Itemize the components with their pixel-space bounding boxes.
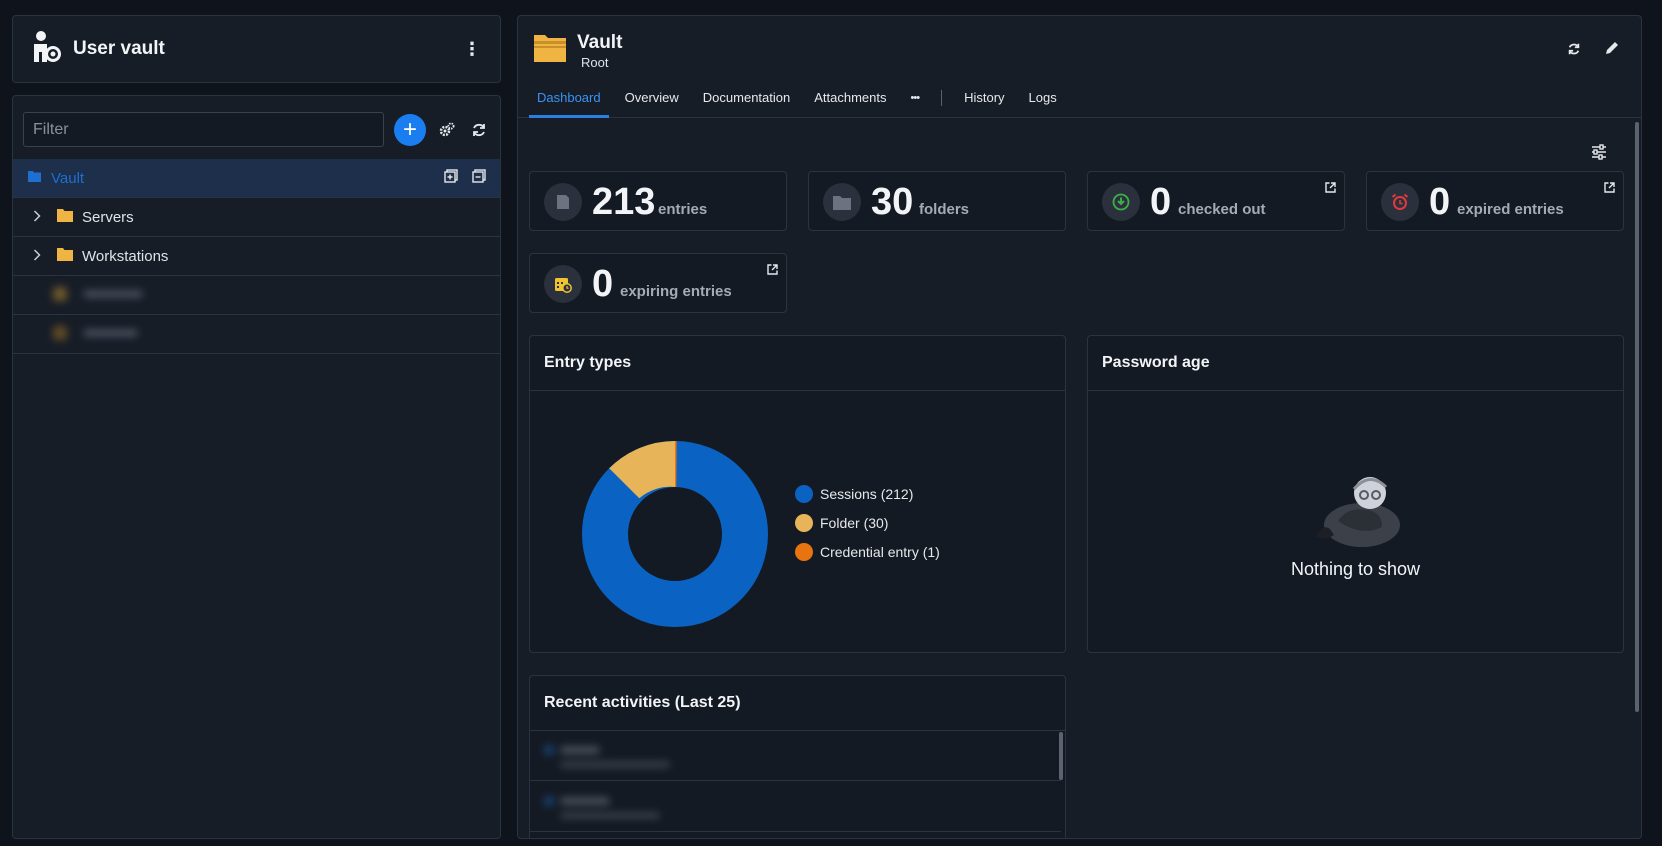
legend-dot bbox=[795, 484, 813, 503]
legend-item[interactable]: Folder (30) bbox=[795, 508, 940, 537]
tree-item-label: Servers bbox=[82, 208, 134, 226]
activity-row[interactable] bbox=[530, 782, 1061, 832]
tree-item-servers[interactable]: Servers bbox=[13, 198, 500, 237]
stat-checked-out[interactable]: 0 checked out bbox=[1087, 171, 1345, 231]
scrollbar[interactable] bbox=[1635, 122, 1639, 712]
calendar-clock-icon bbox=[544, 265, 582, 303]
stat-label: checked out bbox=[1178, 201, 1266, 218]
recent-activities-card: Recent activities (Last 25) bbox=[529, 675, 1066, 838]
main-header: Vault Root Dashboard Overview Documentat… bbox=[518, 16, 1641, 118]
empty-state-illustration bbox=[1316, 477, 1400, 547]
external-link-icon[interactable] bbox=[1604, 180, 1615, 198]
collapse-all-icon[interactable] bbox=[472, 168, 486, 188]
activity-row[interactable] bbox=[530, 731, 1061, 781]
tab-history[interactable]: History bbox=[960, 88, 1008, 118]
breadcrumb: Root bbox=[581, 55, 609, 70]
tab-dashboard[interactable]: Dashboard bbox=[529, 88, 609, 118]
legend-dot bbox=[795, 513, 813, 532]
entries-icon bbox=[544, 183, 582, 221]
refresh-icon[interactable] bbox=[468, 119, 490, 141]
password-age-card: Password age Nothing to show bbox=[1087, 335, 1624, 653]
vault-folder-icon bbox=[534, 32, 566, 67]
stat-value: 0 bbox=[1429, 181, 1451, 223]
folder-icon bbox=[57, 208, 73, 227]
tab-bar: Dashboard Overview Documentation Attachm… bbox=[529, 88, 1077, 118]
tab-more[interactable]: ••• bbox=[907, 88, 924, 118]
empty-state-text: Nothing to show bbox=[1290, 559, 1421, 579]
stat-expiring[interactable]: 0 expiring entries bbox=[529, 253, 787, 313]
main-panel: Vault Root Dashboard Overview Documentat… bbox=[517, 15, 1642, 839]
vault-folder-icon bbox=[28, 169, 41, 187]
tab-overview[interactable]: Overview bbox=[621, 88, 683, 118]
vault-selector-header: User vault ⋮ bbox=[12, 15, 501, 83]
stat-folders: 30 folders bbox=[808, 171, 1066, 231]
checked-out-icon bbox=[1102, 183, 1140, 221]
divider bbox=[530, 390, 1065, 391]
stat-expired[interactable]: 0 expired entries bbox=[1366, 171, 1624, 231]
chevron-right-icon[interactable] bbox=[33, 248, 49, 264]
tree-item-label: Workstations bbox=[82, 247, 169, 265]
chevron-right-icon[interactable] bbox=[33, 209, 49, 225]
tree-item-workstations[interactable]: Workstations bbox=[13, 237, 500, 276]
folder-icon bbox=[57, 247, 73, 266]
edit-icon[interactable] bbox=[1604, 40, 1620, 61]
legend-label: Sessions (212) bbox=[820, 485, 914, 502]
vault-name: User vault bbox=[73, 38, 165, 59]
filter-input[interactable] bbox=[23, 112, 384, 147]
stat-value: 30 bbox=[871, 181, 914, 223]
tree-item-vault[interactable]: Vault bbox=[13, 159, 500, 198]
legend-item[interactable]: Credential entry (1) bbox=[795, 537, 940, 566]
stat-value: 213 bbox=[592, 181, 656, 223]
tab-separator bbox=[941, 90, 943, 106]
card-title: Entry types bbox=[544, 354, 632, 371]
refresh-icon[interactable] bbox=[1567, 42, 1581, 61]
redacted-content bbox=[33, 277, 398, 313]
more-options-icon[interactable]: ⋮ bbox=[462, 39, 482, 60]
user-vault-icon bbox=[31, 30, 63, 69]
dashboard-settings-icon[interactable] bbox=[1591, 144, 1607, 165]
entry-types-card: Entry types Sessions (212) Folder (30) C… bbox=[529, 335, 1066, 653]
expand-all-icon[interactable] bbox=[444, 168, 458, 188]
tab-logs[interactable]: Logs bbox=[1025, 88, 1061, 118]
alarm-clock-icon bbox=[1381, 183, 1419, 221]
gears-icon[interactable] bbox=[436, 119, 458, 141]
stat-label: folders bbox=[919, 201, 970, 218]
folders-icon bbox=[823, 183, 861, 221]
stat-label: expiring entries bbox=[620, 283, 732, 300]
external-link-icon[interactable] bbox=[1325, 180, 1336, 198]
stat-label: expired entries bbox=[1457, 201, 1564, 218]
tab-documentation[interactable]: Documentation bbox=[699, 88, 794, 118]
divider bbox=[1088, 390, 1623, 391]
tab-attachments[interactable]: Attachments bbox=[810, 88, 890, 118]
redacted-content bbox=[544, 741, 684, 775]
stat-entries: 213 entries bbox=[529, 171, 787, 231]
legend-label: Credential entry (1) bbox=[820, 543, 940, 560]
redacted-content bbox=[33, 316, 398, 352]
redacted-content bbox=[544, 792, 684, 826]
legend-item[interactable]: Sessions (212) bbox=[795, 479, 940, 508]
tree-item-label: Vault bbox=[51, 169, 85, 187]
navigation-tree-panel: + Vault Servers bbox=[12, 95, 501, 839]
tree-item-redacted[interactable] bbox=[13, 276, 500, 315]
tree-item-redacted[interactable] bbox=[13, 315, 500, 354]
chart-legend: Sessions (212) Folder (30) Credential en… bbox=[795, 479, 940, 566]
legend-dot bbox=[795, 542, 813, 561]
card-title: Recent activities (Last 25) bbox=[544, 694, 741, 711]
add-entry-button[interactable]: + bbox=[394, 113, 426, 146]
legend-label: Folder (30) bbox=[820, 514, 889, 531]
stat-label: entries bbox=[658, 201, 708, 218]
page-title: Vault bbox=[577, 32, 623, 53]
external-link-icon[interactable] bbox=[767, 262, 778, 280]
card-title: Password age bbox=[1102, 354, 1210, 371]
stat-value: 0 bbox=[1150, 181, 1172, 223]
activity-scrollbar[interactable] bbox=[1059, 732, 1063, 780]
stat-value: 0 bbox=[592, 263, 614, 305]
entry-types-donut-chart bbox=[582, 441, 768, 627]
